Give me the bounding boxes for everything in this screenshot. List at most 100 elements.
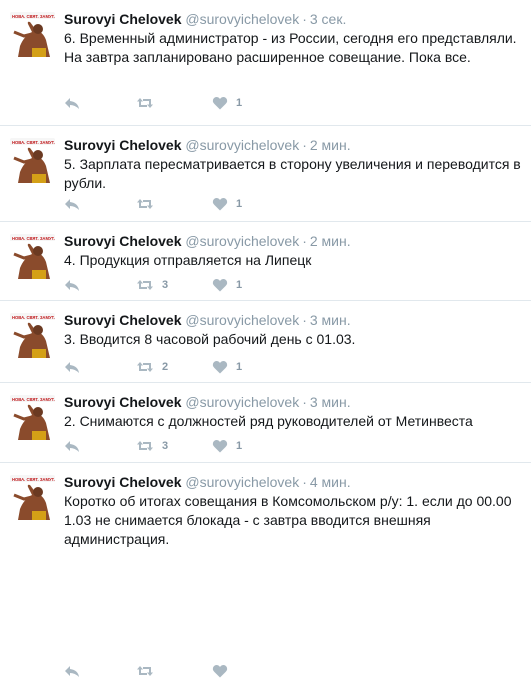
author-name[interactable]: Surovyi Chelovek — [64, 137, 182, 153]
like-icon — [212, 664, 228, 678]
avatar[interactable]: НОВА. СВЯТ. ЗАМУТ. ВЕЛ. — [10, 138, 55, 183]
avatar[interactable]: НОВА. СВЯТ. ЗАМУТ. ВЕЛ. — [10, 313, 55, 358]
author-handle[interactable]: @surovyichelovek — [185, 137, 299, 153]
tweet-time[interactable]: 2 мин. — [310, 137, 351, 153]
separator-dot: · — [302, 394, 307, 410]
tweet-actions: 1 — [64, 95, 364, 111]
author-handle[interactable]: @surovyichelovek — [185, 11, 299, 27]
like-button[interactable]: 1 — [212, 277, 242, 293]
reply-button[interactable] — [64, 438, 80, 454]
retweet-icon — [137, 666, 153, 676]
tweet-actions: 3 1 — [64, 438, 364, 454]
like-icon — [212, 96, 228, 110]
retweet-button[interactable]: 2 — [136, 359, 168, 375]
tweet-time[interactable]: 2 мин. — [310, 233, 351, 249]
retweet-button[interactable] — [136, 95, 162, 111]
tweet-header: Surovyi Chelovek @surovyichelovek · 3 сек. — [64, 10, 346, 28]
author-name[interactable]: Surovyi Chelovek — [64, 394, 182, 410]
tweet-time[interactable]: 4 мин. — [310, 474, 351, 490]
tweet[interactable]: НОВА. СВЯТ. ЗАМУТ. ВЕЛ. Surovyi Chelovek… — [0, 301, 531, 383]
author-handle[interactable]: @surovyichelovek — [185, 233, 299, 249]
like-count: 1 — [236, 440, 243, 452]
tweet-header: Surovyi Chelovek @surovyichelovek · 3 мин. — [64, 311, 351, 329]
reply-button[interactable] — [64, 277, 80, 293]
svg-text:НОВА. СВЯТ. ЗАМУТ. ВЕЛ.: НОВА. СВЯТ. ЗАМУТ. ВЕЛ. — [12, 236, 55, 241]
tweet-actions — [64, 663, 364, 679]
separator-dot: · — [302, 137, 307, 153]
tweet-actions: 2 1 — [64, 359, 364, 375]
tweet-text: 2. Снимаются с должностей ряд руководите… — [64, 413, 473, 429]
retweet-button[interactable] — [136, 196, 162, 212]
separator-dot: · — [302, 474, 307, 490]
author-name[interactable]: Surovyi Chelovek — [64, 233, 182, 249]
author-name[interactable]: Surovyi Chelovek — [64, 312, 182, 328]
retweet-button[interactable]: 3 — [136, 438, 168, 454]
retweet-icon — [137, 199, 153, 209]
like-count: 1 — [236, 198, 243, 210]
avatar[interactable]: НОВА. СВЯТ. ЗАМУТ. ВЕЛ. — [10, 475, 55, 520]
like-button[interactable]: 1 — [212, 196, 242, 212]
like-icon — [212, 360, 228, 374]
svg-text:НОВА. СВЯТ. ЗАМУТ. ВЕЛ.: НОВА. СВЯТ. ЗАМУТ. ВЕЛ. — [12, 397, 55, 402]
author-handle[interactable]: @surovyichelovek — [185, 394, 299, 410]
separator-dot: · — [302, 233, 307, 249]
author-name[interactable]: Surovyi Chelovek — [64, 474, 182, 490]
reply-button[interactable] — [64, 196, 80, 212]
tweet[interactable]: НОВА. СВЯТ. ЗАМУТ. ВЕЛ. Surovyi Chelovek… — [0, 383, 531, 463]
like-icon — [212, 439, 228, 453]
reply-button[interactable] — [64, 663, 80, 679]
retweet-button[interactable] — [136, 663, 162, 679]
retweet-icon — [137, 441, 153, 451]
reply-icon — [65, 199, 79, 210]
tweet-text: 6. Временный администратор - из России, … — [64, 30, 517, 65]
retweet-count: 3 — [162, 279, 169, 291]
reply-button[interactable] — [64, 95, 80, 111]
reply-icon — [65, 666, 79, 677]
tweet-actions: 3 1 — [64, 277, 364, 293]
avatar[interactable]: НОВА. СВЯТ. ЗАМУТ. ВЕЛ. — [10, 234, 55, 279]
reply-icon — [65, 362, 79, 373]
tweet-header: Surovyi Chelovek @surovyichelovek · 4 мин. — [64, 473, 351, 491]
like-icon — [212, 197, 228, 211]
retweet-count: 3 — [162, 440, 169, 452]
tweet-actions: 1 — [64, 196, 364, 212]
like-button[interactable]: 1 — [212, 438, 242, 454]
tweet-time[interactable]: 3 мин. — [310, 394, 351, 410]
tweet[interactable]: НОВА. СВЯТ. ЗАМУТ. ВЕЛ. Surovyi Chelovek… — [0, 463, 531, 678]
tweet-header: Surovyi Chelovek @surovyichelovek · 2 мин. — [64, 136, 351, 154]
svg-text:НОВА. СВЯТ. ЗАМУТ. ВЕЛ.: НОВА. СВЯТ. ЗАМУТ. ВЕЛ. — [12, 140, 55, 145]
tweet-text: 3. Вводится 8 часовой рабочий день с 01.… — [64, 331, 356, 347]
like-button[interactable] — [212, 663, 236, 679]
avatar[interactable]: НОВА. СВЯТ. ЗАМУТ. ВЕЛ. — [10, 12, 55, 57]
tweet[interactable]: НОВА. СВЯТ. ЗАМУТ. ВЕЛ. Surovyi Chelovek… — [0, 126, 531, 222]
reply-icon — [65, 98, 79, 109]
tweet-text: 5. Зарплата пересматривается в сторону у… — [64, 156, 521, 191]
like-count: 1 — [236, 361, 243, 373]
retweet-icon — [137, 98, 153, 108]
tweet[interactable]: НОВА. СВЯТ. ЗАМУТ. ВЕЛ. Surovyi Chelovek… — [0, 0, 531, 126]
tweet-text: 4. Продукция отправляется на Липецк — [64, 252, 312, 268]
avatar[interactable]: НОВА. СВЯТ. ЗАМУТ. ВЕЛ. — [10, 395, 55, 440]
like-button[interactable]: 1 — [212, 95, 242, 111]
like-count: 1 — [236, 97, 243, 109]
tweet[interactable]: НОВА. СВЯТ. ЗАМУТ. ВЕЛ. Surovyi Chelovek… — [0, 222, 531, 301]
svg-text:НОВА. СВЯТ. ЗАМУТ. ВЕЛ.: НОВА. СВЯТ. ЗАМУТ. ВЕЛ. — [12, 14, 55, 19]
author-name[interactable]: Surovyi Chelovek — [64, 11, 182, 27]
tweet-text: Коротко об итогах совещания в Комсомольс… — [64, 493, 512, 547]
retweet-count: 2 — [162, 361, 169, 373]
svg-text:НОВА. СВЯТ. ЗАМУТ. ВЕЛ.: НОВА. СВЯТ. ЗАМУТ. ВЕЛ. — [12, 315, 55, 320]
reply-button[interactable] — [64, 359, 80, 375]
svg-text:НОВА. СВЯТ. ЗАМУТ. ВЕЛ.: НОВА. СВЯТ. ЗАМУТ. ВЕЛ. — [12, 477, 55, 482]
tweet-time[interactable]: 3 сек. — [310, 11, 346, 27]
tweet-header: Surovyi Chelovek @surovyichelovek · 3 мин. — [64, 393, 351, 411]
retweet-icon — [137, 280, 153, 290]
separator-dot: · — [302, 312, 307, 328]
like-button[interactable]: 1 — [212, 359, 242, 375]
tweet-time[interactable]: 3 мин. — [310, 312, 351, 328]
like-icon — [212, 278, 228, 292]
reply-icon — [65, 280, 79, 291]
author-handle[interactable]: @surovyichelovek — [185, 312, 299, 328]
separator-dot: · — [302, 11, 307, 27]
author-handle[interactable]: @surovyichelovek — [185, 474, 299, 490]
retweet-button[interactable]: 3 — [136, 277, 168, 293]
